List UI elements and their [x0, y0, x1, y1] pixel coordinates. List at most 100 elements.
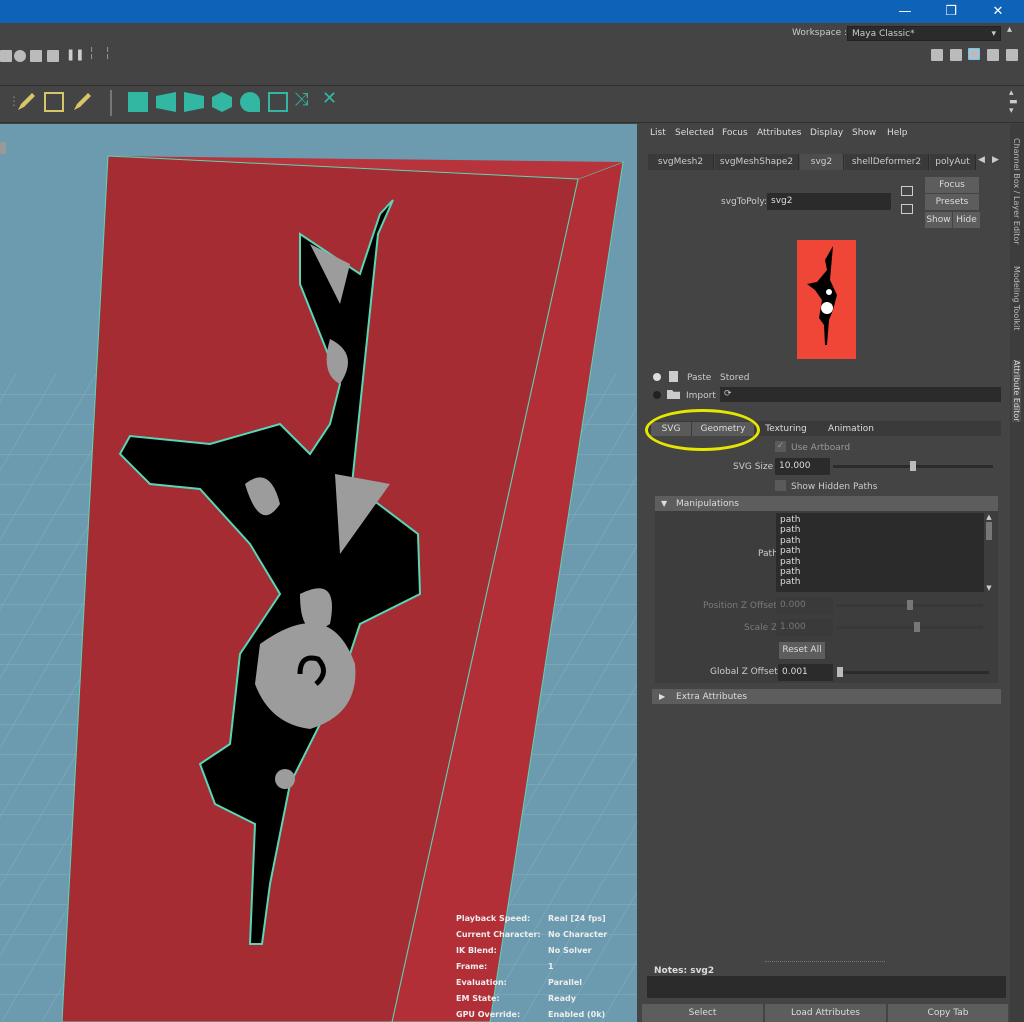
import-path-field[interactable]: ⟳	[720, 387, 1001, 402]
side-tab-strip: Channel Box / Layer Editor Modeling Tool…	[1010, 124, 1024, 1022]
extra-attributes-header[interactable]: ▶ Extra Attributes	[652, 689, 1001, 704]
global-z-slider[interactable]	[837, 671, 989, 674]
menu-list[interactable]: List	[650, 128, 666, 138]
refresh-icon[interactable]: ⟳	[724, 389, 732, 399]
tab-modeling-toolkit[interactable]: Modeling Toolkit	[1012, 266, 1021, 330]
pause-icon[interactable]: ❚❚	[66, 48, 84, 61]
tool-settings-icon[interactable]	[987, 49, 999, 61]
use-artboard-checkbox[interactable]: ✓	[775, 441, 786, 452]
menu-focus[interactable]: Focus	[722, 128, 748, 138]
snap-icon[interactable]	[0, 50, 12, 62]
list-item[interactable]: path	[780, 525, 990, 535]
global-z-slider-knob[interactable]	[837, 667, 843, 677]
tab-texturing[interactable]: Texturing	[757, 422, 815, 436]
input-connection-icon[interactable]	[901, 186, 913, 196]
pos-z-field[interactable]: 0.000	[776, 597, 833, 614]
tab-attribute-editor[interactable]: Attribute Editor	[1012, 360, 1021, 422]
load-attributes-button[interactable]: Load Attributes	[765, 1004, 886, 1022]
import-label: Import	[686, 391, 716, 401]
paste-radio[interactable]	[653, 373, 661, 381]
svg-tool-icon[interactable]	[128, 92, 148, 112]
tab-svg2[interactable]: svg2	[800, 154, 844, 170]
output-connection-icon[interactable]	[901, 204, 913, 214]
uv-grid-icon[interactable]	[268, 92, 288, 112]
scale-z-field[interactable]: 1.000	[776, 619, 833, 636]
tab-polyauto[interactable]: polyAut	[930, 154, 976, 170]
reset-all-button[interactable]: Reset All	[779, 642, 825, 659]
viewport-tab[interactable]	[0, 142, 6, 154]
clapboard-icon[interactable]	[30, 50, 42, 62]
menu-help[interactable]: Help	[887, 128, 908, 138]
restore-button[interactable]: ❐	[928, 0, 974, 23]
node-name-field[interactable]: svg2	[767, 193, 891, 210]
hud-label: Evaluation:	[456, 978, 507, 987]
shelf-scroll[interactable]: ▴ ▬ ▾	[1009, 89, 1018, 116]
scale-z-slider-knob[interactable]	[914, 622, 920, 632]
chevron-right-icon[interactable]: ▶	[992, 155, 999, 165]
layers-icon[interactable]	[1006, 49, 1018, 61]
hide-button[interactable]: Hide	[953, 212, 980, 228]
list-item[interactable]: path	[780, 567, 990, 577]
tab-animation[interactable]: Animation	[816, 422, 886, 436]
notes-field[interactable]	[647, 976, 1006, 998]
list-item[interactable]: path	[780, 557, 990, 567]
hud-label: Frame:	[456, 962, 488, 971]
notes-splitter[interactable]	[765, 961, 885, 962]
global-z-field[interactable]: 0.001	[778, 664, 833, 681]
focus-button[interactable]: Focus	[925, 177, 979, 193]
menu-display[interactable]: Display	[810, 128, 843, 138]
import-radio[interactable]	[653, 391, 661, 399]
menu-selected[interactable]: Selected	[675, 128, 714, 138]
chevron-left-icon[interactable]: ◀	[978, 155, 985, 165]
scroll-up-icon[interactable]: ▴	[1007, 24, 1012, 35]
manipulations-header[interactable]: ▼ Manipulations	[655, 496, 998, 511]
show-button[interactable]: Show	[925, 212, 952, 228]
manipulations-title: Manipulations	[676, 499, 739, 509]
svg-size-slider-knob[interactable]	[909, 461, 916, 471]
render-icon[interactable]	[14, 50, 26, 62]
menu-attributes[interactable]: Attributes	[757, 128, 801, 138]
presets-button[interactable]: Presets	[925, 194, 979, 210]
tab-shelldeformer2[interactable]: shellDeformer2	[845, 154, 929, 170]
deform-icon[interactable]: ⤨	[294, 89, 308, 110]
svg-thumbnail	[797, 240, 856, 359]
ipr-icon[interactable]	[47, 50, 59, 62]
show-hidden-checkbox[interactable]	[775, 480, 786, 491]
scrollbar[interactable]: ▲ ▼	[984, 513, 994, 592]
hud-value: Ready	[548, 994, 576, 1003]
hud-value: No Character	[548, 930, 608, 939]
scale-z-slider[interactable]	[837, 626, 983, 629]
shelf	[0, 85, 1024, 123]
bounding-box-icon[interactable]	[44, 92, 64, 112]
tab-svgmesh2[interactable]: svgMesh2	[648, 154, 714, 170]
shatter-icon[interactable]: ✕	[322, 88, 337, 109]
scroll-down-icon[interactable]: ▼	[984, 584, 994, 592]
scroll-thumb[interactable]	[986, 522, 992, 540]
path-list[interactable]: path path path path path path path ▲ ▼	[776, 513, 994, 592]
list-item[interactable]: path	[780, 536, 990, 546]
hud-value: Real [24 fps]	[548, 914, 606, 923]
svg-size-field[interactable]: 10.000	[775, 458, 830, 475]
list-item[interactable]: path	[780, 546, 990, 556]
list-item[interactable]: path	[780, 515, 990, 525]
scroll-up-icon[interactable]: ▲	[984, 513, 994, 521]
pos-z-slider-knob[interactable]	[907, 600, 913, 610]
menu-show[interactable]: Show	[852, 128, 876, 138]
hud-label: GPU Override:	[456, 1010, 521, 1019]
paste-label: Paste	[687, 373, 712, 383]
hud-row: Evaluation: Parallel	[456, 978, 636, 990]
copy-tab-button[interactable]: Copy Tab	[888, 1004, 1008, 1022]
outliner-icon[interactable]	[931, 49, 943, 61]
viewport[interactable]: Playback Speed: Real [24 fps] Current Char…	[0, 124, 637, 1022]
channelbox-icon[interactable]	[950, 49, 962, 61]
attribute-editor-icon[interactable]	[968, 48, 980, 60]
tab-svgmeshshape2[interactable]: svgMeshShape2	[715, 154, 799, 170]
workspace-dropdown[interactable]: Maya Classic* ▾	[847, 26, 1001, 41]
select-button[interactable]: Select	[642, 1004, 763, 1022]
list-item[interactable]: path	[780, 577, 990, 587]
curve-icon[interactable]	[240, 92, 260, 112]
minimize-button[interactable]: —	[882, 0, 928, 23]
close-button[interactable]: ✕	[975, 0, 1021, 23]
shelf-handle[interactable]: ⋮	[8, 94, 20, 108]
tab-channel-box[interactable]: Channel Box / Layer Editor	[1012, 138, 1021, 245]
